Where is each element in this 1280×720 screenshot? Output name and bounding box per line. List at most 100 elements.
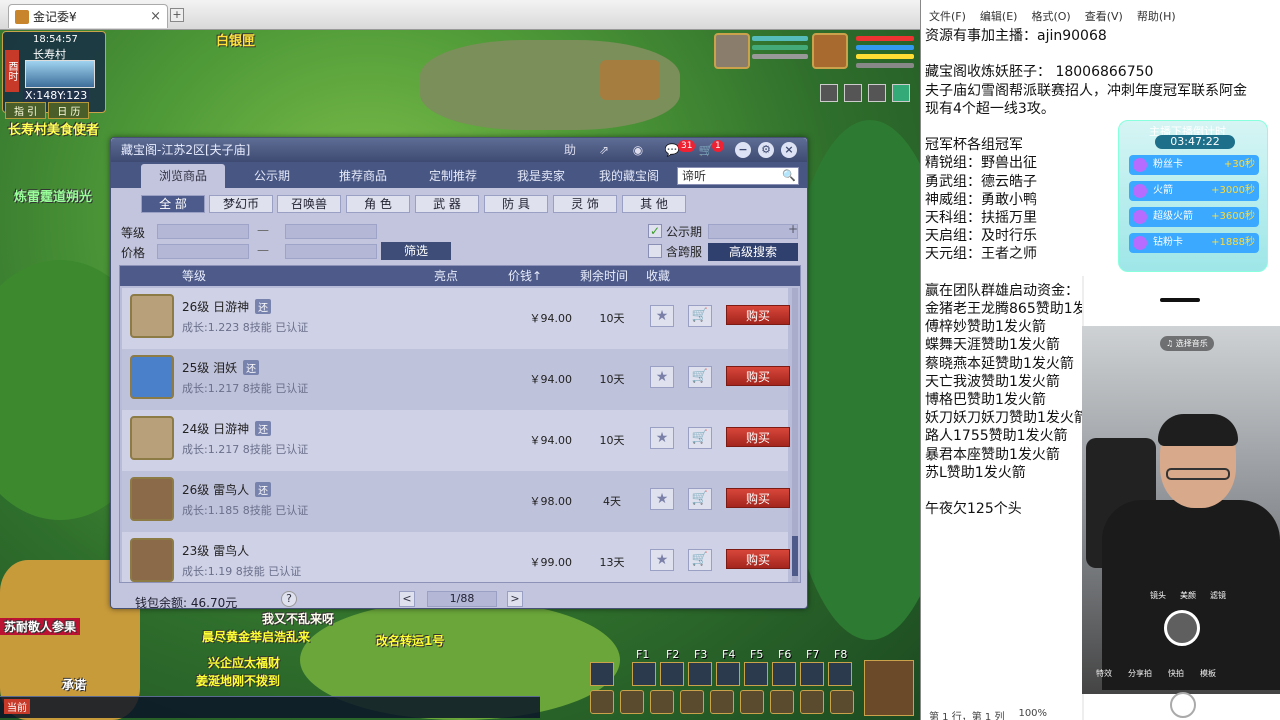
- minimap-image[interactable]: [25, 60, 95, 88]
- category-armor[interactable]: 防 具: [484, 195, 548, 213]
- menu-slot[interactable]: [620, 690, 644, 714]
- level-max-input[interactable]: [285, 224, 377, 239]
- calendar-button[interactable]: 日 历: [48, 102, 90, 119]
- camera-tool[interactable]: 镜头: [1150, 590, 1166, 601]
- browser-tab[interactable]: 金记委¥ ×: [8, 4, 168, 28]
- favorite-icon[interactable]: ★: [650, 488, 674, 510]
- npc-label[interactable]: 长寿村美食使者: [8, 119, 99, 138]
- table-row[interactable]: 24级 日游神还 成长:1.217 8技能 已认证 ￥94.00 10天 ★ 🛒…: [122, 410, 790, 471]
- channel-current[interactable]: 当前: [4, 699, 30, 714]
- category-coin[interactable]: 梦幻币: [209, 195, 273, 213]
- tab-seller[interactable]: 我是卖家: [499, 164, 583, 188]
- npc-label[interactable]: 承诺: [62, 676, 86, 693]
- pet-thumbnail[interactable]: [130, 416, 174, 460]
- npc-label[interactable]: 炼雷霆道朔光: [14, 186, 92, 205]
- favorite-icon[interactable]: ★: [650, 549, 674, 571]
- tab-recommend[interactable]: 推荐商品: [321, 164, 405, 188]
- skill-slot[interactable]: [688, 662, 712, 686]
- buy-button[interactable]: 购买: [726, 549, 790, 569]
- menu-slot[interactable]: [830, 690, 854, 714]
- category-role[interactable]: 角 色: [346, 195, 410, 213]
- menu-slot[interactable]: [740, 690, 764, 714]
- share-icon[interactable]: ⇗: [595, 141, 613, 159]
- npc-label[interactable]: 白银匣: [216, 30, 255, 49]
- tab-my-market[interactable]: 我的藏宝阁: [587, 164, 671, 188]
- table-row[interactable]: 26级 雷鸟人还 成长:1.185 8技能 已认证 ￥98.00 4天 ★ 🛒 …: [122, 471, 790, 532]
- category-pet[interactable]: 召唤兽: [277, 195, 341, 213]
- pet-thumbnail[interactable]: [130, 355, 174, 399]
- menu-slot[interactable]: [800, 690, 824, 714]
- new-tab-button[interactable]: +: [170, 8, 184, 22]
- price-min-input[interactable]: [157, 244, 249, 259]
- skill-slot[interactable]: [716, 662, 740, 686]
- plus-icon[interactable]: +: [788, 222, 798, 236]
- buy-button[interactable]: 购买: [726, 305, 790, 325]
- menu-slot[interactable]: [680, 690, 704, 714]
- close-tab-icon[interactable]: ×: [150, 9, 161, 24]
- add-cart-icon[interactable]: 🛒: [688, 488, 712, 510]
- public-period-select[interactable]: [708, 224, 798, 239]
- skill-slot[interactable]: [772, 662, 796, 686]
- header-level[interactable]: 等级: [182, 266, 206, 286]
- buff-icon[interactable]: [820, 84, 838, 102]
- camera-mode[interactable]: 特效: [1096, 668, 1112, 679]
- pet-thumbnail[interactable]: [130, 294, 174, 338]
- favorite-icon[interactable]: ★: [650, 427, 674, 449]
- shutter-button[interactable]: [1164, 610, 1200, 646]
- tab-browse[interactable]: 浏览商品: [141, 164, 225, 188]
- public-period-checkbox[interactable]: [648, 224, 662, 238]
- search-input[interactable]: 谛听: [677, 167, 799, 185]
- camera-mode[interactable]: 分享拍: [1128, 668, 1152, 679]
- buy-button[interactable]: 购买: [726, 488, 790, 508]
- category-accessory[interactable]: 灵 饰: [553, 195, 617, 213]
- add-cart-icon[interactable]: 🛒: [688, 305, 712, 327]
- pet-thumbnail[interactable]: [130, 477, 174, 521]
- add-cart-icon[interactable]: 🛒: [688, 366, 712, 388]
- music-chip[interactable]: ♫ 选择音乐: [1160, 336, 1214, 351]
- skill-slot[interactable]: [800, 662, 824, 686]
- minimap[interactable]: 酉时 18:54:57 长寿村 X:148Y:123 指 引 日 历: [2, 31, 106, 119]
- favorite-icon[interactable]: ★: [650, 366, 674, 388]
- advanced-search-button[interactable]: 高级搜索: [708, 243, 798, 261]
- camera-mode[interactable]: 快拍: [1168, 668, 1184, 679]
- table-row[interactable]: 25级 泪妖还 成长:1.217 8技能 已认证 ￥94.00 10天 ★ 🛒 …: [122, 349, 790, 410]
- buff-icon[interactable]: [868, 84, 886, 102]
- settings-button[interactable]: ⚙: [758, 142, 774, 158]
- tab-custom[interactable]: 定制推荐: [411, 164, 495, 188]
- tab-public[interactable]: 公示期: [233, 164, 311, 188]
- skill-slot[interactable]: [828, 662, 852, 686]
- menu-slot[interactable]: [590, 690, 614, 714]
- camera-tool[interactable]: 滤镜: [1210, 590, 1226, 601]
- filter-button[interactable]: 筛选: [381, 242, 451, 260]
- menu-slot[interactable]: [770, 690, 794, 714]
- buy-button[interactable]: 购买: [726, 366, 790, 386]
- pet-thumbnail[interactable]: [130, 538, 174, 582]
- category-all[interactable]: 全 部: [141, 195, 205, 213]
- header-remaining[interactable]: 剩余时间: [580, 266, 628, 286]
- home-button[interactable]: [1170, 692, 1196, 718]
- minimize-button[interactable]: −: [735, 142, 751, 158]
- price-max-input[interactable]: [285, 244, 377, 259]
- next-page-button[interactable]: >: [507, 591, 523, 607]
- skill-slot[interactable]: [660, 662, 684, 686]
- house-icon[interactable]: [864, 660, 914, 716]
- question-icon[interactable]: ?: [281, 591, 297, 607]
- camera-mode[interactable]: 模板: [1200, 668, 1216, 679]
- category-other[interactable]: 其 他: [622, 195, 686, 213]
- npc-label[interactable]: 苏耐敬人参果: [0, 618, 81, 635]
- pet-avatar[interactable]: [714, 33, 750, 69]
- record-icon[interactable]: ◉: [629, 141, 647, 159]
- chat-input-bar[interactable]: [0, 696, 540, 718]
- buff-icon[interactable]: [844, 84, 862, 102]
- table-row[interactable]: 23级 雷鸟人 成长:1.19 8技能 已认证 ￥99.00 13天 ★ 🛒 购…: [122, 532, 790, 582]
- cross-server-checkbox[interactable]: [648, 244, 662, 258]
- close-button[interactable]: ×: [781, 142, 797, 158]
- header-highlight[interactable]: 亮点: [434, 266, 458, 286]
- add-cart-icon[interactable]: 🛒: [688, 549, 712, 571]
- buff-icon[interactable]: [892, 84, 910, 102]
- guide-button[interactable]: 指 引: [5, 102, 47, 119]
- skill-slot[interactable]: [744, 662, 768, 686]
- skill-slot[interactable]: [632, 662, 656, 686]
- prev-page-button[interactable]: <: [399, 591, 415, 607]
- buy-button[interactable]: 购买: [726, 427, 790, 447]
